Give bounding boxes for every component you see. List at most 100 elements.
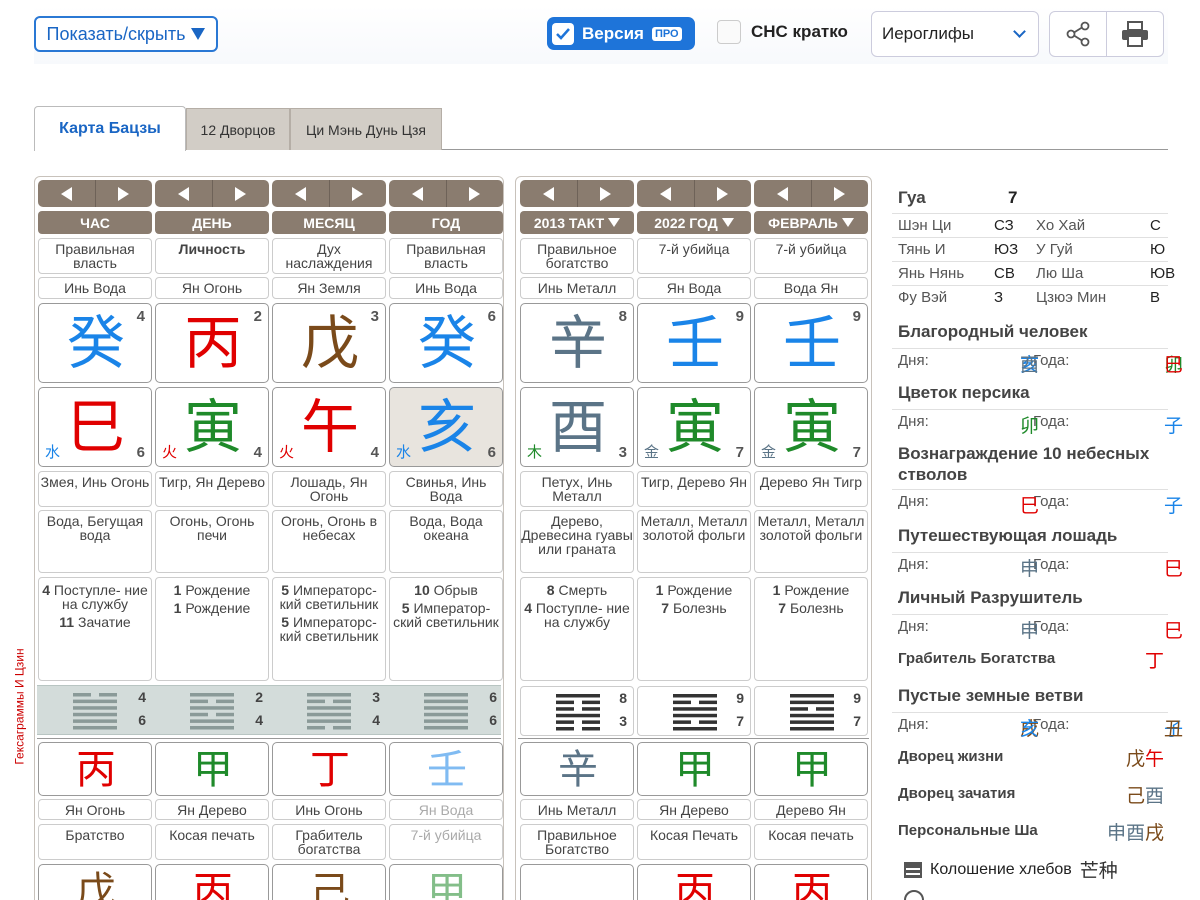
earthly-branch[interactable]: 亥6水 bbox=[389, 387, 503, 467]
heavenly-stem: 壬9 bbox=[637, 303, 751, 383]
stage-number: 1 bbox=[173, 582, 182, 598]
palace-value: 申酉戌 bbox=[1107, 818, 1164, 845]
printer-icon bbox=[1122, 21, 1148, 47]
stage-number: 1 bbox=[772, 582, 781, 598]
prev-arrow-button[interactable] bbox=[389, 180, 447, 207]
ten-god: Правильное богатство bbox=[520, 238, 634, 274]
heavenly-stem: 壬9 bbox=[754, 303, 868, 383]
share-button[interactable] bbox=[1050, 12, 1107, 56]
arrow-left-icon bbox=[177, 186, 189, 201]
nayin: Вода, Вода океана bbox=[389, 510, 503, 573]
life-stages: 1 Рождение 7 Болезнь bbox=[637, 577, 751, 681]
direction-value: Ю bbox=[1150, 241, 1166, 258]
stage-number: 7 bbox=[661, 600, 670, 616]
stem-number: 9 bbox=[852, 308, 861, 325]
hexagram-lines-icon bbox=[424, 693, 468, 730]
prev-arrow-button[interactable] bbox=[637, 180, 695, 207]
glyph: 申 bbox=[1020, 620, 1040, 642]
show-hide-button[interactable]: Показать/скрыть bbox=[34, 16, 218, 52]
prev-arrow-button[interactable] bbox=[155, 180, 213, 207]
print-button[interactable] bbox=[1107, 12, 1163, 56]
life-stage-item: 10 Обрыв bbox=[390, 583, 502, 597]
element-marker: 火 bbox=[162, 443, 178, 461]
next-arrow-button[interactable] bbox=[96, 180, 153, 207]
ten-god: Правильная власть bbox=[389, 238, 503, 274]
next-arrow-button[interactable] bbox=[695, 180, 752, 207]
prev-arrow-button[interactable] bbox=[272, 180, 330, 207]
palace-value: 戊午 bbox=[1126, 744, 1164, 771]
stem-element: Вода Ян bbox=[754, 277, 868, 299]
day-label: Дня: bbox=[898, 493, 929, 510]
star-row: Дня: Года: 亥酉卯巳 bbox=[892, 348, 1183, 376]
pillar-header-day: ДЕНЬ bbox=[155, 211, 269, 234]
glyph: 种 bbox=[1098, 860, 1118, 882]
stage-name: Рождение bbox=[667, 582, 733, 598]
direction-name: Лю Ша bbox=[1036, 265, 1084, 282]
hexagram-lower-number: 3 bbox=[619, 713, 627, 729]
life-stage-item: 5 Император- ский светильник bbox=[390, 601, 502, 629]
prev-arrow-button[interactable] bbox=[754, 180, 812, 207]
life-stage-item: 5 Императорс- кий светильник bbox=[273, 615, 385, 643]
hidden-stem-god: Косая печать bbox=[155, 824, 269, 860]
hidden-branch: 丙 bbox=[754, 864, 868, 900]
hexagram-upper-number: 4 bbox=[138, 689, 146, 705]
hexagram-upper-number: 6 bbox=[489, 689, 497, 705]
arrow-right-icon bbox=[600, 186, 612, 201]
arrow-left-icon bbox=[60, 186, 72, 201]
stage-name: Рождение bbox=[185, 582, 251, 598]
glyph: 戊 bbox=[1125, 748, 1145, 770]
solar-term: Колошение хлебов 芒种 bbox=[904, 856, 1118, 883]
prev-arrow-button[interactable] bbox=[520, 180, 578, 207]
pillar-header-label: 2022 ГОД bbox=[654, 214, 718, 231]
earthly-branch[interactable]: 午4火 bbox=[272, 387, 386, 467]
earthly-branch[interactable]: 巳6水 bbox=[38, 387, 152, 467]
script-select[interactable]: Иероглифы bbox=[871, 11, 1039, 57]
element-marker: 火 bbox=[279, 443, 295, 461]
next-arrow-button[interactable] bbox=[213, 180, 270, 207]
tab-12-palaces[interactable]: 12 Дворцов bbox=[186, 108, 290, 150]
hexagram-lines-icon bbox=[790, 694, 834, 731]
tab-bar: Карта Бацзы 12 Дворцов Ци Мэнь Дунь Цзя bbox=[34, 106, 1168, 151]
hidden-stem-glyph: 辛 bbox=[558, 747, 598, 793]
next-arrow-button[interactable] bbox=[447, 180, 504, 207]
hexagram-lower-number: 6 bbox=[489, 712, 497, 728]
life-stages: 1 Рождение 7 Болезнь bbox=[754, 577, 868, 681]
hexagram: 97 bbox=[754, 686, 868, 736]
hidden-branch-glyph: 戊 bbox=[76, 869, 116, 900]
hidden-stem-glyph: 丁 bbox=[310, 747, 350, 793]
glyph: 巳 bbox=[1164, 354, 1184, 376]
arrow-left-icon bbox=[294, 186, 306, 201]
next-arrow-button[interactable] bbox=[812, 180, 869, 207]
next-arrow-button[interactable] bbox=[330, 180, 387, 207]
stage-number: 10 bbox=[414, 582, 430, 598]
hexagram-lines-icon bbox=[73, 693, 117, 730]
earthly-branch[interactable]: 寅4火 bbox=[155, 387, 269, 467]
stage-name: Болезнь bbox=[672, 600, 727, 616]
palace-label: Персональные Ша bbox=[898, 822, 1038, 839]
star-title: Личный Разрушитель bbox=[898, 588, 1083, 607]
earthly-branch[interactable]: 寅7金 bbox=[637, 387, 751, 467]
earthly-branch[interactable]: 酉3木 bbox=[520, 387, 634, 467]
stage-number: 7 bbox=[778, 600, 787, 616]
pillar-header-monthly[interactable]: ФЕВРАЛЬ bbox=[754, 211, 868, 234]
hexagram: 24 bbox=[155, 686, 269, 736]
divider bbox=[37, 738, 501, 739]
hidden-branch-glyph: 丙 bbox=[193, 869, 233, 900]
version-pro-toggle[interactable]: Версия ПРО bbox=[547, 17, 695, 50]
hexagram-upper-number: 3 bbox=[372, 689, 380, 705]
sns-short-toggle[interactable]: СНС кратко bbox=[717, 20, 848, 44]
stage-number: 4 bbox=[42, 582, 51, 598]
glyph: 丑 bbox=[1164, 718, 1184, 740]
tab-bazi-chart[interactable]: Карта Бацзы bbox=[34, 106, 186, 151]
hidden-stem-glyph: 甲 bbox=[193, 747, 233, 793]
hidden-branch: 丙 bbox=[637, 864, 751, 900]
earthly-branch[interactable]: 寅7金 bbox=[754, 387, 868, 467]
hexagram: 66 bbox=[389, 686, 503, 736]
glyph: 申 bbox=[1020, 558, 1040, 580]
pillar-header-luck[interactable]: 2013 ТАКТ bbox=[520, 211, 634, 234]
tab-qimen[interactable]: Ци Мэнь Дунь Цзя bbox=[290, 108, 442, 150]
prev-arrow-button[interactable] bbox=[38, 180, 96, 207]
hexagram-upper-number: 9 bbox=[736, 690, 744, 706]
pillar-header-annual[interactable]: 2022 ГОД bbox=[637, 211, 751, 234]
next-arrow-button[interactable] bbox=[578, 180, 635, 207]
